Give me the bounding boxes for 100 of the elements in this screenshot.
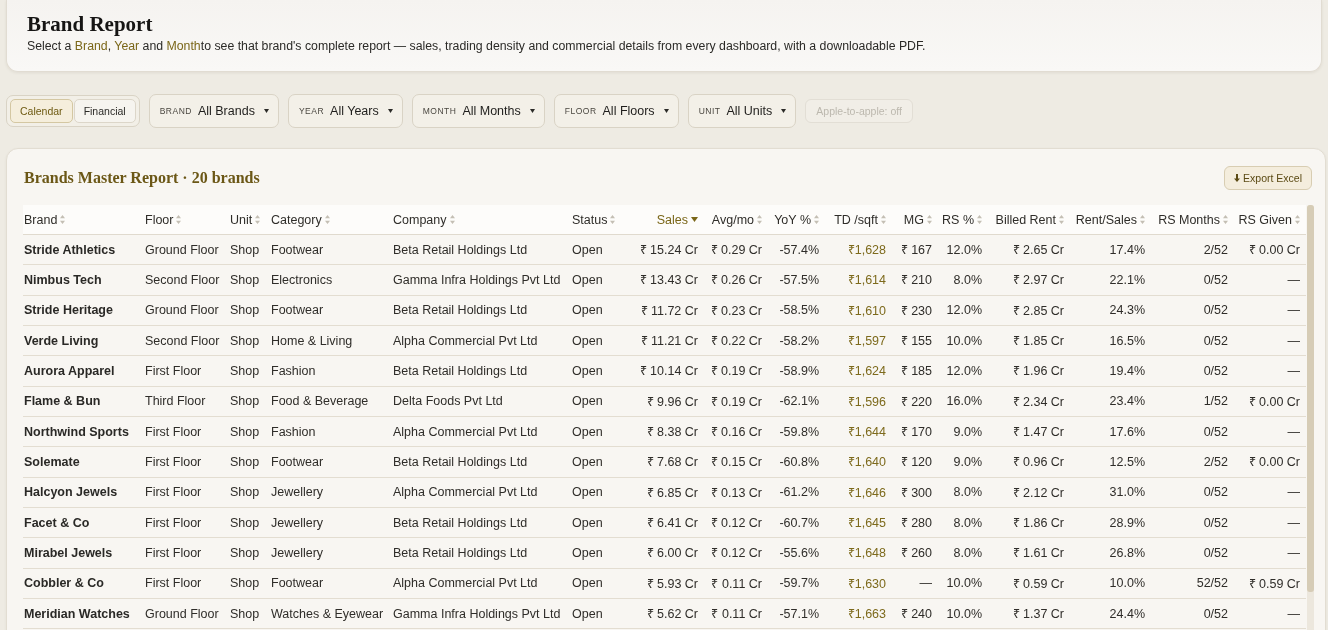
table-cell-text: Fashion [270, 363, 317, 378]
table-cell-text: Fashion [270, 424, 317, 439]
table-cell-text: Watches & Eyewear [270, 606, 385, 621]
column-header[interactable]: TD /sqft [825, 212, 892, 227]
table-cell-text: — [1286, 303, 1301, 318]
table-cell-text: Open [571, 545, 604, 560]
table-cell-text: Alpha Commercial Pvt Ltd [392, 424, 539, 439]
table-cell-text: ₹ 8.38 Cr [645, 424, 699, 441]
table-cell-text: ₹ 167 [899, 242, 933, 259]
table-cell-text: ₹ 0.96 Cr [1011, 454, 1065, 471]
table-cell-text: 2/52 [1202, 242, 1229, 257]
table-cell-text: Beta Retail Holdings Ltd [392, 454, 529, 469]
table-cell-text: Shop [229, 363, 261, 378]
column-header[interactable]: YoY % [768, 212, 825, 227]
table-cell-text: 19.4% [1108, 363, 1146, 378]
table-cell-text: Stride Heritage [23, 303, 114, 318]
table-cell-text: ₹ 0.22 Cr [709, 333, 763, 350]
table-cell-text: 12.0% [945, 242, 983, 257]
sort-icon [610, 215, 616, 224]
table-cell-text: Shop [229, 576, 261, 591]
filter-dropdown[interactable]: UNIT All Units [687, 94, 797, 128]
table-cell-text: ₹ 0.11 Cr [710, 606, 763, 623]
column-header[interactable]: Floor [139, 212, 224, 227]
sort-icon [449, 215, 455, 224]
table-cell-text: ₹ 1.96 Cr [1011, 363, 1065, 380]
table-cell-text: Gamma Infra Holdings Pvt Ltd [392, 606, 562, 621]
table-cell-text: 17.6% [1108, 424, 1146, 439]
table-cell-text: Shop [229, 454, 261, 469]
caret-down-icon [781, 109, 787, 113]
table-cell-text: — [1286, 363, 1301, 378]
table-cell-text: — [1286, 545, 1301, 560]
table-cell-text: Ground Floor [144, 303, 220, 318]
column-header[interactable]: Rent/Sales [1070, 212, 1151, 227]
filter-dropdown[interactable]: FLOOR All Floors [553, 94, 679, 128]
table-cell-text: First Floor [144, 485, 203, 500]
table-cell-text: 0/52 [1202, 303, 1229, 318]
filter-dropdown[interactable]: YEAR All Years [287, 94, 403, 128]
table-cell-text: ₹1,597 [846, 333, 887, 350]
page-title: Brand Report [27, 13, 153, 35]
table-cell-text: ₹ 6.41 Cr [645, 515, 699, 532]
column-header[interactable]: MG [892, 212, 938, 227]
column-header[interactable]: Status [566, 212, 621, 227]
table-cell-text: Mirabel Jewels [23, 545, 114, 560]
column-header[interactable]: Billed Rent [988, 212, 1070, 227]
table-cell-text: Open [571, 363, 604, 378]
table-cell-text: -60.8% [778, 454, 820, 469]
table-cell-text: 0/52 [1202, 606, 1229, 621]
table-cell-text: Food & Beverage [270, 394, 370, 409]
table-cell-text: -57.1% [778, 606, 820, 621]
export-button[interactable]: Export Excel [1224, 166, 1312, 190]
sort-icon [1140, 215, 1145, 224]
table-cell-text: Beta Retail Holdings Ltd [392, 242, 529, 257]
table-cell-text: Beta Retail Holdings Ltd [392, 303, 529, 318]
column-header[interactable]: Brand [23, 212, 139, 227]
table-cell-text: ₹ 0.29 Cr [709, 242, 763, 259]
toggle-option[interactable]: Calendar [10, 99, 73, 123]
table-cell-text: ₹ 170 [899, 424, 933, 441]
table-cell-text: ₹1,644 [846, 424, 887, 441]
table-cell-text: 23.4% [1108, 394, 1146, 409]
column-header[interactable]: Unit [224, 212, 265, 227]
table-cell-text: ₹1,624 [846, 363, 887, 380]
table-cell-text: ₹ 1.47 Cr [1011, 424, 1065, 441]
filter-dropdown[interactable]: MONTH All Months [411, 94, 545, 128]
table-cell-text: ₹ 2.34 Cr [1011, 393, 1065, 410]
table-cell-text: 2/52 [1202, 454, 1229, 469]
table-cell-text: Open [571, 606, 604, 621]
table-cell-text: ₹ 0.12 Cr [709, 545, 763, 562]
toggle-option[interactable]: Financial [73, 99, 136, 123]
table-cell-text: 8.0% [952, 485, 983, 500]
table-cell-text: -58.9% [778, 363, 820, 378]
caret-down-icon [387, 109, 393, 113]
column-header[interactable]: RS Given [1234, 212, 1306, 227]
table-cell-text: — [1286, 485, 1301, 500]
table-cell-text: 26.8% [1108, 545, 1146, 560]
table-cell-text: ₹ 260 [899, 545, 933, 562]
table-cell-text: Beta Retail Holdings Ltd [392, 515, 529, 530]
column-header[interactable]: Category [265, 212, 387, 227]
sort-icon [927, 215, 932, 224]
table-cell-text: ₹ 155 [899, 333, 933, 350]
table-cell-text: -58.2% [778, 333, 820, 348]
sort-icon [1059, 215, 1064, 224]
table-cell-text: Alpha Commercial Pvt Ltd [392, 333, 539, 348]
table-cell-text: Jewellery [270, 545, 325, 560]
column-header[interactable]: RS Months [1151, 212, 1234, 227]
table-cell-text: ₹ 11.72 Cr [639, 302, 699, 319]
filter-dropdown[interactable]: BRAND All Brands [148, 94, 279, 128]
table-cell-text: ₹ 300 [899, 484, 933, 501]
table-cell-text: Shop [229, 424, 261, 439]
column-header[interactable]: Company [387, 212, 566, 227]
table-cell-text: Ground Floor [144, 242, 220, 257]
table-cell-text: 0/52 [1202, 424, 1229, 439]
table-cell-text: 16.5% [1108, 333, 1146, 348]
table-cell-text: Shop [229, 485, 261, 500]
table-cell-text: -59.7% [778, 576, 820, 591]
column-header[interactable]: Avg/mo [704, 212, 768, 227]
column-header[interactable]: RS % [938, 212, 988, 227]
table-cell-text: ₹1,596 [846, 393, 887, 410]
column-header[interactable]: Sales [621, 212, 704, 227]
sort-icon [1295, 215, 1300, 224]
table-cell-text: Footwear [270, 576, 325, 591]
